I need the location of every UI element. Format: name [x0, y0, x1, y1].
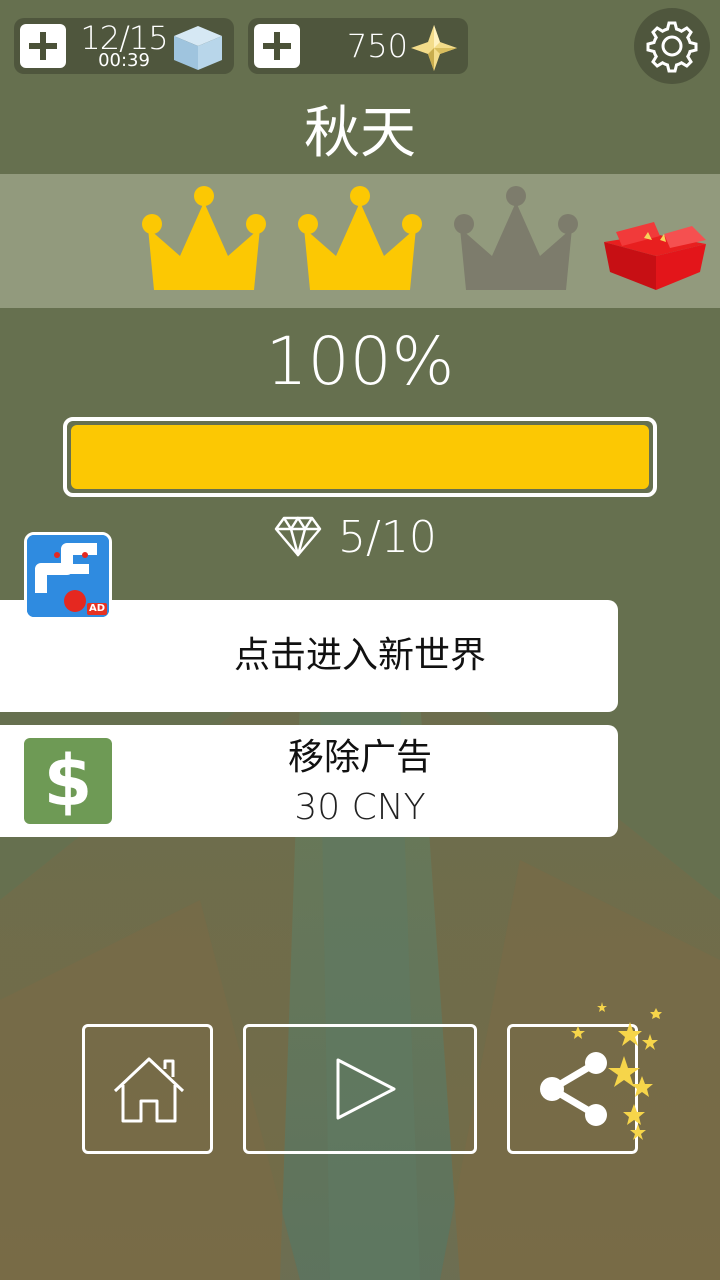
progress-bar-fill [71, 425, 649, 489]
progress-bar [63, 417, 657, 497]
star-icon [411, 25, 457, 71]
home-button[interactable] [82, 1024, 213, 1154]
diamond-icon [274, 516, 322, 557]
settings-button[interactable] [634, 8, 710, 84]
crown-icon [454, 186, 578, 290]
play-icon [336, 1058, 396, 1120]
remove-ads-price: 30 CNY [294, 787, 426, 828]
add-gems-button[interactable] [254, 24, 300, 68]
play-button[interactable] [243, 1024, 477, 1154]
gear-icon [646, 21, 698, 73]
dollar-sign: $ [43, 740, 93, 822]
level-title: 秋天 [304, 101, 416, 166]
enter-new-world-label: 点击进入新世界 [233, 635, 486, 676]
crown-icon [298, 186, 422, 290]
dancing-line-app-icon[interactable]: AD [24, 532, 112, 620]
home-icon [113, 1057, 185, 1123]
remove-ads-button[interactable]: $ 移除广告 30 CNY [0, 725, 618, 837]
ad-badge: AD [86, 603, 107, 615]
gems-count: 750 [346, 27, 408, 65]
sparkles-icon [571, 1002, 662, 1140]
add-lives-button[interactable] [20, 24, 66, 68]
lives-timer: 00:39 [98, 50, 150, 71]
ice-cube-icon [174, 26, 222, 70]
completion-percent: 100% [265, 323, 455, 400]
dollar-icon: $ [24, 738, 112, 824]
crown-icon [142, 186, 266, 290]
remove-ads-label: 移除广告 [287, 737, 432, 778]
gift-box-icon[interactable] [596, 214, 712, 294]
diamond-count: 5/10 [338, 512, 437, 563]
lives-panel: 12/15 00:39 [14, 18, 234, 74]
gems-panel: 750 [248, 18, 468, 74]
